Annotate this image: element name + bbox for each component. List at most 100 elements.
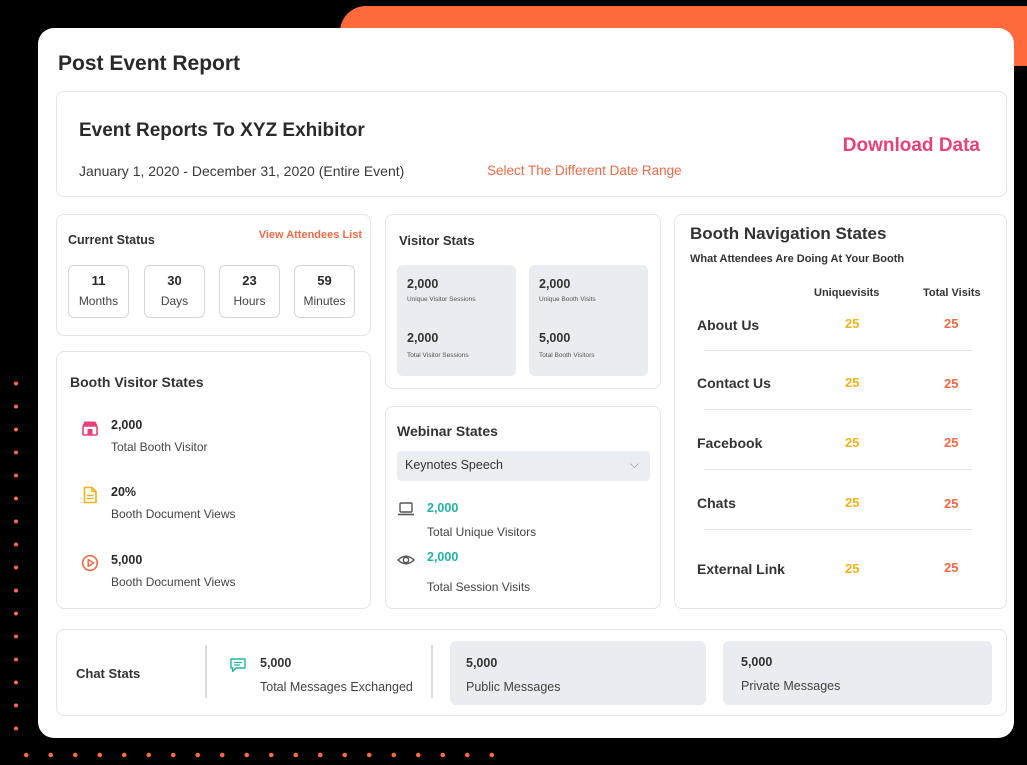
stat-label: Public Messages bbox=[466, 680, 561, 694]
row-total: 25 bbox=[944, 376, 959, 391]
visitor-stats-box: 2,000 Unique Booth Visits 5,000 Total Bo… bbox=[529, 265, 648, 376]
message-icon bbox=[230, 658, 246, 673]
row-name: About Us bbox=[697, 317, 760, 333]
countdown-value: 11 bbox=[91, 273, 106, 288]
stat-value: 20% bbox=[111, 485, 137, 499]
event-report-title: Event Reports To XYZ Exhibitor bbox=[79, 120, 365, 141]
booth-navigation-subtitle: What Attendees Are Doing At Your Booth bbox=[690, 253, 905, 265]
row-unique: 25 bbox=[845, 495, 860, 510]
table-row: External Link 25 25 bbox=[675, 560, 1008, 619]
stat-value: 5,000 bbox=[111, 553, 143, 567]
table-row: Contact Us 25 25 bbox=[675, 375, 1008, 433]
decorative-dots-bottom bbox=[14, 752, 504, 758]
report-panel: Post Event Report Event Reports To XYZ E… bbox=[38, 28, 1014, 738]
date-range-text: January 1, 2020 - December 31, 2020 (Ent… bbox=[79, 163, 405, 179]
private-messages-box: 5,000 Private Messages bbox=[723, 641, 992, 705]
visitor-stats-box: 2,000 Unique Visitor Sessions 2,000 Tota… bbox=[397, 265, 516, 376]
download-data-button[interactable]: Download Data bbox=[843, 135, 980, 157]
stat-value: 2,000 bbox=[427, 550, 459, 564]
countdown-days: 30 Days bbox=[144, 265, 205, 318]
laptop-icon bbox=[398, 502, 414, 516]
countdown-hours: 23 Hours bbox=[219, 265, 280, 318]
stat-label: Total Session Visits bbox=[427, 580, 531, 594]
document-icon bbox=[83, 486, 97, 504]
stat-label: Total Unique Visitors bbox=[427, 525, 537, 539]
stat-label: Booth Document Views bbox=[111, 575, 236, 589]
eye-icon bbox=[397, 555, 415, 565]
chat-stats-title: Chat Stats bbox=[76, 666, 141, 681]
countdown-label: Minutes bbox=[303, 294, 346, 308]
countdown-value: 59 bbox=[317, 273, 332, 288]
stat-value: 5,000 bbox=[466, 656, 498, 670]
stat-label: Unique Visitor Sessions bbox=[407, 296, 476, 303]
countdown-label: Days bbox=[160, 294, 189, 308]
store-icon bbox=[82, 421, 98, 436]
booth-navigation-title: Booth Navigation States bbox=[690, 224, 887, 243]
current-status-title: Current Status bbox=[68, 233, 155, 247]
current-status-card: Current Status View Attendees List 11 Mo… bbox=[56, 214, 371, 336]
countdown-value: 23 bbox=[242, 273, 257, 288]
countdown-value: 30 bbox=[167, 273, 182, 288]
row-total: 25 bbox=[944, 496, 959, 511]
stat-value: 2,000 bbox=[427, 501, 459, 515]
event-report-header: Event Reports To XYZ Exhibitor January 1… bbox=[56, 91, 1007, 197]
countdown-months: 11 Months bbox=[68, 265, 129, 318]
stat-value: 5,000 bbox=[260, 656, 292, 670]
stat-label: Total Messages Exchanged bbox=[260, 680, 413, 694]
row-unique: 25 bbox=[845, 375, 860, 390]
row-divider bbox=[704, 350, 972, 351]
stat-label: Total Booth Visitors bbox=[539, 352, 595, 359]
webinar-select[interactable]: Keynotes Speech ⌵ bbox=[397, 451, 650, 481]
webinar-select-value: Keynotes Speech bbox=[405, 458, 503, 472]
booth-visitor-states-title: Booth Visitor States bbox=[70, 374, 204, 390]
row-name: Facebook bbox=[697, 435, 763, 451]
column-header-unique: Uniquevisits bbox=[814, 287, 880, 299]
row-name: Chats bbox=[697, 495, 736, 511]
row-name: Contact Us bbox=[697, 375, 771, 391]
stat-value: 2,000 bbox=[539, 277, 571, 291]
row-name: External Link bbox=[697, 561, 785, 577]
row-divider bbox=[704, 469, 972, 470]
webinar-states-title: Webinar States bbox=[397, 423, 498, 439]
stat-label: Total Visitor Sessions bbox=[407, 352, 469, 359]
row-unique: 25 bbox=[845, 561, 860, 576]
stat-value: 2,000 bbox=[407, 331, 439, 345]
stat-value: 5,000 bbox=[741, 655, 773, 669]
booth-navigation-card: Booth Navigation States What Attendees A… bbox=[674, 214, 1007, 609]
visitor-stats-title: Visitor Stats bbox=[399, 233, 475, 248]
visitor-stats-card: Visitor Stats 2,000 Unique Visitor Sessi… bbox=[385, 214, 661, 389]
booth-visitor-states-card: Booth Visitor States 2,000 Total Booth V… bbox=[56, 351, 371, 609]
column-header-total: Total Visits bbox=[923, 287, 981, 299]
row-divider bbox=[704, 409, 972, 410]
row-unique: 25 bbox=[845, 316, 860, 331]
webinar-states-card: Webinar States Keynotes Speech ⌵ 2,000 T… bbox=[385, 406, 661, 609]
row-unique: 25 bbox=[845, 435, 860, 450]
countdown-label: Months bbox=[78, 294, 119, 308]
table-row: Facebook 25 25 bbox=[675, 435, 1008, 493]
row-total: 25 bbox=[944, 560, 959, 575]
stat-value: 2,000 bbox=[407, 277, 439, 291]
stat-value: 5,000 bbox=[539, 331, 571, 345]
divider bbox=[431, 645, 433, 698]
countdown-label: Hours bbox=[233, 294, 266, 308]
chevron-down-icon: ⌵ bbox=[629, 457, 639, 471]
row-total: 25 bbox=[944, 435, 959, 450]
row-divider bbox=[704, 529, 972, 530]
stat-label: Total Booth Visitor bbox=[111, 440, 208, 454]
decorative-dots-left bbox=[14, 372, 18, 732]
stat-value: 2,000 bbox=[111, 418, 143, 432]
stat-label: Unique Booth Visits bbox=[539, 296, 596, 303]
play-icon bbox=[81, 554, 99, 572]
select-date-range-link[interactable]: Select The Different Date Range bbox=[487, 163, 682, 178]
chat-stats-card: Chat Stats 5,000 Total Messages Exchange… bbox=[56, 629, 1007, 716]
page-title: Post Event Report bbox=[58, 52, 241, 75]
divider bbox=[205, 645, 207, 698]
public-messages-box: 5,000 Public Messages bbox=[450, 641, 706, 705]
view-attendees-link[interactable]: View Attendees List bbox=[259, 229, 362, 241]
table-row: Chats 25 25 bbox=[675, 495, 1008, 553]
table-row: About Us 25 25 bbox=[675, 315, 1008, 373]
row-total: 25 bbox=[944, 316, 959, 331]
stat-label: Booth Document Views bbox=[111, 507, 236, 521]
stat-label: Private Messages bbox=[741, 679, 841, 693]
countdown-minutes: 59 Minutes bbox=[294, 265, 355, 318]
